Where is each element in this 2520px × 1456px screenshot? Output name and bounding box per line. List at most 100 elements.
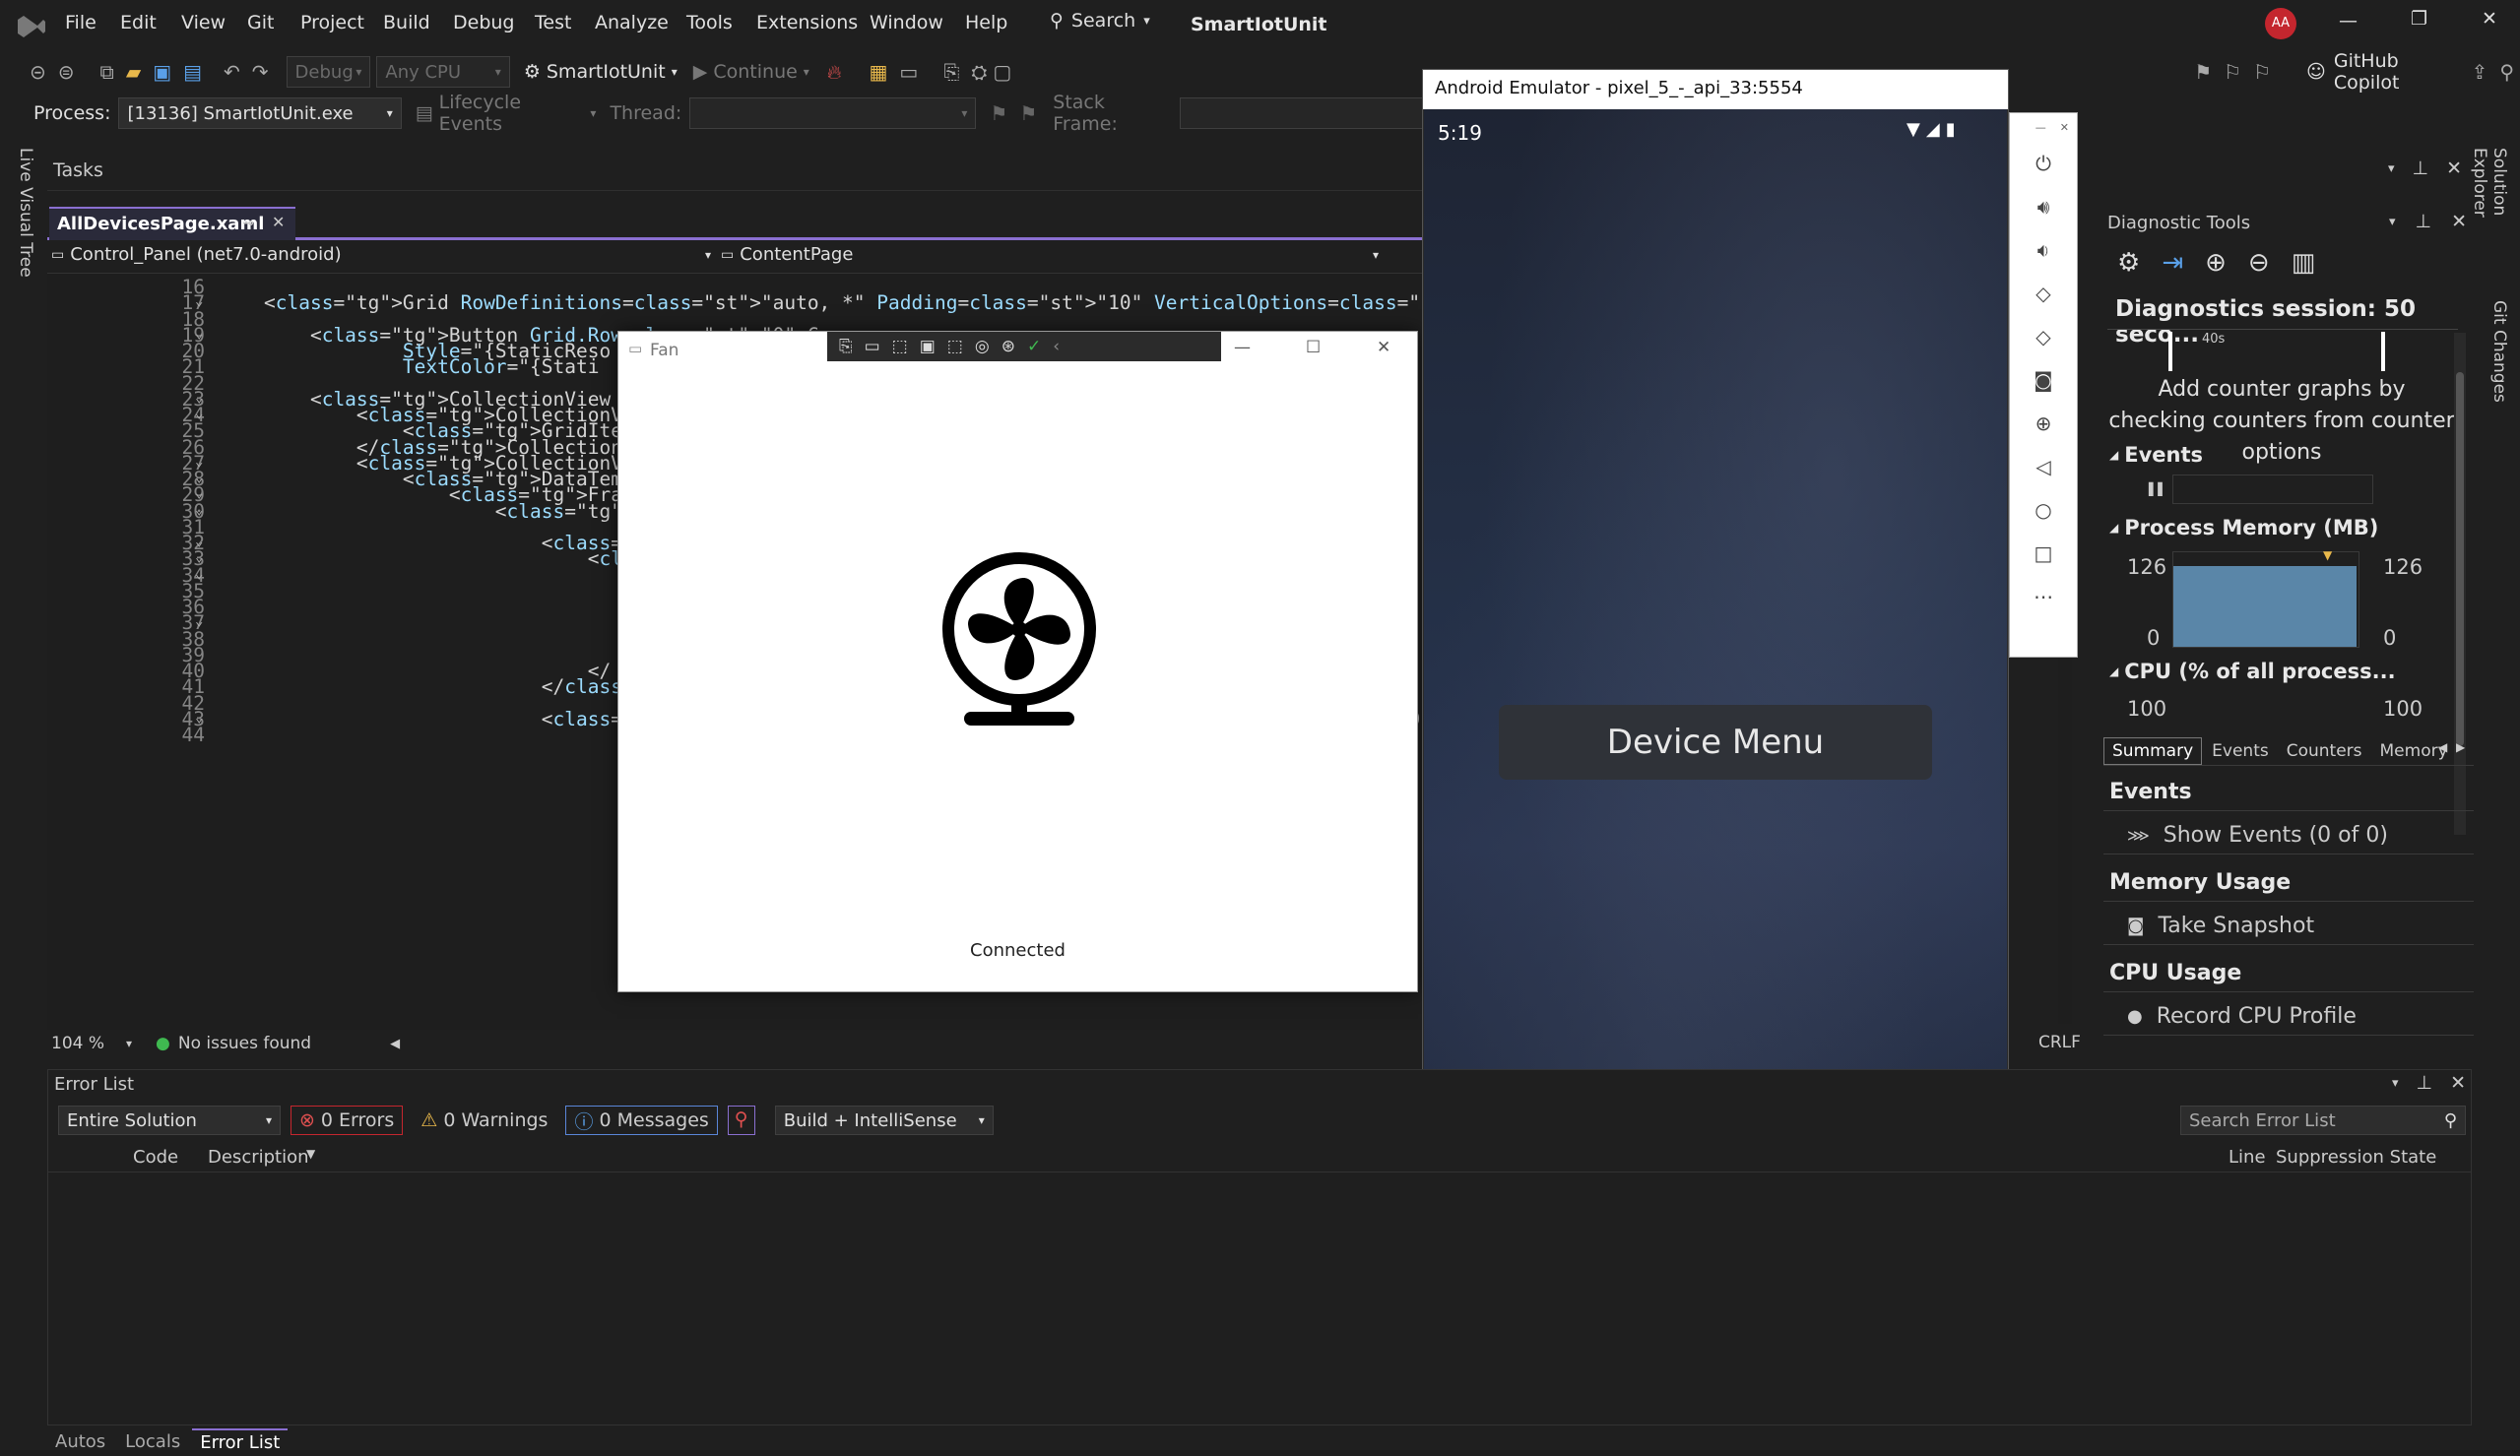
menu-edit[interactable]: Edit — [120, 12, 157, 33]
filter-icon[interactable]: ⚲ — [727, 1106, 755, 1135]
select-tools-icon[interactable]: ⇥ — [2162, 248, 2183, 278]
lifecycle-events-button[interactable]: ▤ Lifecycle Events ▾ — [416, 92, 597, 135]
platform-dropdown[interactable]: Any CPU ▾ — [376, 56, 510, 88]
home-icon[interactable]: ○ — [2035, 498, 2051, 522]
pin-icon[interactable]: ⊥ — [2417, 1072, 2433, 1094]
project-dropdown[interactable]: ▭ Control_Panel (net7.0-android) ▾ — [51, 244, 711, 265]
pin-icon[interactable]: ⊥ — [2413, 158, 2429, 179]
errors-filter[interactable]: ⊗ 0 Errors — [291, 1106, 404, 1135]
chevron-down-icon[interactable]: ▾ — [2388, 161, 2395, 176]
copilot-button[interactable]: ☺ GitHub Copilot — [2306, 50, 2442, 94]
open-icon[interactable]: ▰ — [126, 60, 141, 84]
type-dropdown[interactable]: ▭ ContentPage ▾ — [721, 244, 1379, 265]
stack-frame-dropdown[interactable] — [1179, 97, 1428, 129]
flag-icon[interactable]: ⚑ — [990, 101, 1007, 125]
pin-icon[interactable]: ⊸ — [242, 216, 254, 231]
minimize-button[interactable]: — — [1234, 338, 1251, 357]
undo-icon[interactable]: ↶ — [224, 60, 240, 84]
close-button[interactable]: ✕ — [1377, 338, 1390, 357]
share-icon[interactable]: ⇪ — [2472, 60, 2488, 84]
track-focus-icon[interactable]: ⬚ — [947, 337, 963, 356]
rotate-left-icon[interactable]: ◇ — [2035, 282, 2050, 305]
build-filter-dropdown[interactable]: Build + IntelliSense ▾ — [774, 1106, 994, 1135]
save-icon[interactable]: ▣ — [153, 60, 171, 84]
overview-icon[interactable]: □ — [2035, 541, 2053, 565]
thread-dropdown[interactable]: ▾ — [689, 97, 977, 129]
diag-tab-events[interactable]: Events — [2204, 738, 2277, 764]
process-dropdown[interactable]: [13136] SmartIotUnit.exe ▾ — [118, 97, 402, 129]
tab-scroll-right-icon[interactable]: ▶ — [2456, 740, 2465, 754]
chevron-down-icon[interactable]: ▾ — [126, 1037, 132, 1050]
folder-icon[interactable]: ▦ — [870, 60, 888, 84]
forward-icon[interactable]: ⊜ — [58, 60, 75, 84]
power-icon[interactable]: ⏻ — [2035, 152, 2051, 175]
column-description[interactable]: Description — [208, 1147, 309, 1168]
warnings-filter[interactable]: ⚠ 0 Warnings — [413, 1106, 555, 1135]
continue-button[interactable]: ▶ Continue ▾ — [693, 61, 809, 83]
layout-icon[interactable]: ▭ — [899, 60, 918, 84]
binding-icon[interactable]: ◎ — [975, 337, 990, 356]
close-icon[interactable]: ✕ — [2446, 158, 2462, 179]
new-item-icon[interactable]: ⧉ — [100, 60, 114, 84]
menu-window[interactable]: Window — [870, 12, 943, 33]
pause-icon[interactable]: ▌▌ — [2149, 482, 2166, 496]
hot-reload-icon[interactable]: 🔥︎ — [827, 60, 842, 84]
bookmark-icon[interactable]: ⚑ — [2194, 60, 2212, 84]
startup-project-dropdown[interactable]: ⚙ SmartIotUnit ▾ — [524, 61, 678, 83]
code-line[interactable]: <class="tg">Grid RowDefinitions=class="s… — [264, 291, 1426, 314]
bottom-tab-autos[interactable]: Autos — [47, 1429, 113, 1454]
settings-icon[interactable]: ⚙ — [2117, 248, 2140, 278]
select-element-icon[interactable]: ⬚ — [892, 337, 908, 356]
close-icon[interactable]: ✕ — [272, 213, 285, 231]
events-section-header[interactable]: ◢ Events — [2109, 443, 2203, 467]
zoom-out-icon[interactable]: ⊖ — [2248, 248, 2270, 278]
search-box[interactable]: ⚲ Search ▾ — [1050, 10, 1150, 32]
menu-project[interactable]: Project — [300, 12, 364, 33]
minimize-button[interactable]: — — [2339, 10, 2358, 32]
check-icon[interactable]: ✓ — [1027, 337, 1041, 356]
column-suppression-state[interactable]: Suppression State — [2276, 1147, 2436, 1168]
scroll-left-icon[interactable]: ◀ — [390, 1037, 400, 1051]
menu-debug[interactable]: Debug — [453, 12, 514, 33]
timeline-selection-start[interactable] — [2168, 332, 2172, 371]
live-visual-tree-tab[interactable]: Live Visual Tree — [10, 148, 35, 285]
menu-extensions[interactable]: Extensions — [756, 12, 858, 33]
column-line[interactable]: Line — [2229, 1147, 2266, 1168]
cpu-section-header[interactable]: ◢ CPU (% of all process... — [2109, 660, 2396, 683]
timeline-selection-end[interactable] — [2381, 332, 2385, 371]
menu-tools[interactable]: Tools — [686, 12, 733, 33]
rotate-right-icon[interactable]: ◇ — [2035, 325, 2050, 348]
menu-help[interactable]: Help — [965, 12, 1007, 33]
close-icon[interactable]: ✕ — [2060, 121, 2069, 134]
step-icon[interactable]: ⎘ — [943, 60, 959, 84]
back-icon[interactable]: ◁ — [2035, 455, 2050, 478]
avatar[interactable]: AA — [2265, 8, 2296, 39]
screen-icon[interactable]: ▢ — [993, 60, 1011, 84]
timeline-ruler[interactable]: 40s — [2107, 329, 2458, 372]
menu-analyze[interactable]: Analyze — [595, 12, 669, 33]
menu-test[interactable]: Test — [535, 12, 571, 33]
show-events-link[interactable]: ⋙ Show Events (0 of 0) — [2103, 817, 2474, 855]
chevron-down-icon[interactable]: ▾ — [2389, 215, 2396, 229]
video-icon[interactable]: ▭ — [865, 337, 880, 356]
zoom-level[interactable]: 104 % — [51, 1034, 104, 1053]
diag-tab-summary[interactable]: Summary — [2103, 736, 2203, 765]
menu-git[interactable]: Git — [247, 12, 274, 33]
maximize-button[interactable]: ☐ — [1306, 338, 1321, 357]
camera-icon[interactable]: ◙ — [2034, 368, 2052, 392]
memory-section-header[interactable]: ◢ Process Memory (MB) — [2109, 516, 2378, 539]
zoom-in-icon[interactable]: ⊕ — [2205, 248, 2227, 278]
volume-down-icon[interactable]: 🔉︎ — [2037, 238, 2050, 262]
flag-all-icon[interactable]: ⚑ — [1019, 101, 1037, 125]
tab-scroll-left-icon[interactable]: ◀ — [2438, 740, 2447, 754]
bottom-tab-error-list[interactable]: Error List — [192, 1428, 289, 1455]
pin-icon[interactable]: ⊥ — [2416, 211, 2432, 232]
device-menu-button[interactable]: Device Menu — [1499, 705, 1932, 780]
search-error-list-input[interactable]: Search Error List ⚲ — [2180, 1106, 2466, 1135]
back-icon[interactable]: ⊝ — [30, 60, 46, 84]
minimize-icon[interactable]: — — [2035, 121, 2046, 134]
tool-icon[interactable]: ⛭ — [971, 60, 987, 84]
record-cpu-link[interactable]: ● Record CPU Profile — [2103, 998, 2474, 1036]
collapse-icon[interactable]: ‹ — [1053, 337, 1060, 356]
close-button[interactable]: ✕ — [2482, 8, 2497, 30]
